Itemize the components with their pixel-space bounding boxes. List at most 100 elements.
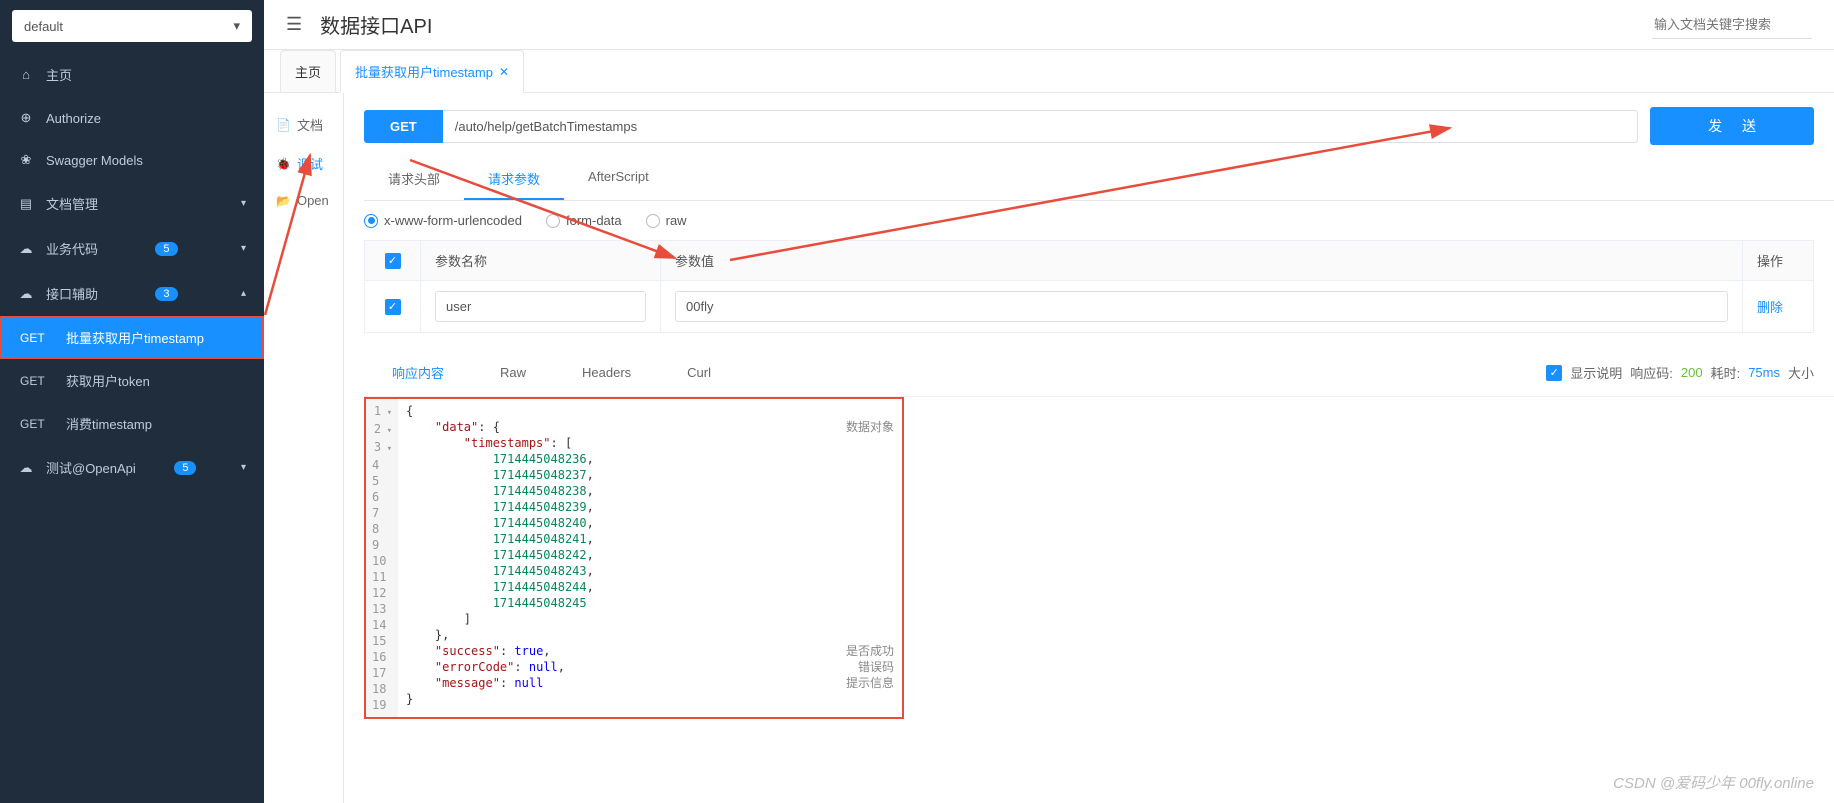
radio-formdata[interactable]: form-data — [546, 213, 622, 228]
nav-swagger-models[interactable]: ❀ Swagger Models — [0, 139, 264, 181]
show-desc-checkbox[interactable]: ✓ — [1546, 365, 1562, 381]
sidebar-item-label: 消费timestamp — [66, 414, 152, 433]
tab-label: 批量获取用户timestamp — [355, 62, 493, 81]
chevron-down-icon: ▾ — [241, 198, 246, 209]
col-name: 参数名称 — [421, 241, 661, 280]
radio-icon — [646, 214, 660, 228]
nav-swagger-models-label: Swagger Models — [46, 153, 143, 168]
radio-label: form-data — [566, 213, 622, 228]
radio-label: raw — [666, 213, 687, 228]
method-badge: GET — [20, 417, 58, 431]
cube-icon: ❀ — [18, 152, 34, 168]
delete-link[interactable]: 删除 — [1757, 297, 1783, 316]
response-tabs: 响应内容 Raw Headers Curl ✓ 显示说明 响应码: 200 耗时… — [364, 349, 1834, 397]
method-badge: GET — [20, 331, 58, 345]
sidebar-item-label: 批量获取用户timestamp — [66, 328, 204, 347]
resp-tab-raw[interactable]: Raw — [472, 359, 554, 386]
tab-req-headers[interactable]: 请求头部 — [364, 159, 464, 200]
search-input[interactable] — [1652, 11, 1812, 39]
main-panel: ☰ 数据接口API 主页 批量获取用户timestamp ✕ 📄 文档 🐞 — [264, 0, 1834, 803]
nav-intf-help[interactable]: ☁ 接口辅助 3 ▴ — [0, 271, 264, 316]
nav-openapi[interactable]: ☁ 测试@OpenApi 5 ▾ — [0, 445, 264, 490]
radio-icon — [364, 214, 378, 228]
nav-biz-code-label: 业务代码 — [46, 239, 98, 258]
request-tabs: 请求头部 请求参数 AfterScript — [364, 159, 1834, 201]
table-row: ✓ 删除 — [365, 281, 1813, 332]
nav-home[interactable]: ⌂ 主页 — [0, 52, 264, 97]
request-url-row: GET 发 送 — [364, 93, 1834, 159]
cloud-icon: ☁ — [18, 241, 34, 257]
line-numbers: 1 ▾2 ▾3 ▾4 5 6 7 8 9 10 11 12 13 14 15 1… — [366, 399, 398, 717]
encoding-row: x-www-form-urlencoded form-data raw — [364, 201, 1834, 240]
sidebar-item-get-token[interactable]: GET 获取用户token — [0, 359, 264, 402]
resp-tab-curl[interactable]: Curl — [659, 359, 739, 386]
tab-home[interactable]: 主页 — [280, 50, 336, 92]
mode-debug[interactable]: 🐞 调试 — [264, 144, 343, 183]
page-title: 数据接口API — [320, 10, 432, 39]
home-icon: ⌂ — [18, 67, 34, 83]
resp-tab-headers[interactable]: Headers — [554, 359, 659, 386]
watermark: CSDN @爱码少年 00fly.online — [1613, 772, 1814, 793]
lock-icon: ⊕ — [18, 110, 34, 126]
param-value-input[interactable] — [675, 291, 1728, 322]
topbar: ☰ 数据接口API — [264, 0, 1834, 50]
param-name-input[interactable] — [435, 291, 646, 322]
nav-intf-help-label: 接口辅助 — [46, 284, 98, 303]
project-select-label: default — [24, 19, 63, 34]
radio-icon — [546, 214, 560, 228]
chevron-down-icon: ▾ — [241, 462, 246, 473]
open-icon: 📂 — [276, 194, 291, 208]
chevron-down-icon: ▾ — [233, 18, 240, 34]
params-table: ✓ 参数名称 参数值 操作 ✓ 删除 — [364, 240, 1814, 333]
mode-panel: 📄 文档 🐞 调试 📂 Open — [264, 93, 344, 803]
mode-open[interactable]: 📂 Open — [264, 183, 343, 218]
radio-label: x-www-form-urlencoded — [384, 213, 522, 228]
check-all[interactable]: ✓ — [385, 253, 401, 269]
radio-urlencoded[interactable]: x-www-form-urlencoded — [364, 213, 522, 228]
nav-biz-code[interactable]: ☁ 业务代码 5 ▾ — [0, 226, 264, 271]
response-meta: ✓ 显示说明 响应码: 200 耗时: 75ms 大小 — [1546, 363, 1814, 382]
nav-doc-mgmt[interactable]: ▤ 文档管理 ▾ — [0, 181, 264, 226]
nav-openapi-label: 测试@OpenApi — [46, 458, 136, 477]
send-button[interactable]: 发 送 — [1650, 107, 1814, 145]
page-tabs: 主页 批量获取用户timestamp ✕ — [264, 50, 1834, 93]
time-value: 75ms — [1748, 365, 1780, 380]
tab-current[interactable]: 批量获取用户timestamp ✕ — [340, 50, 524, 93]
sidebar-item-label: 获取用户token — [66, 371, 150, 390]
mode-doc-label: 文档 — [297, 115, 323, 134]
nav-home-label: 主页 — [46, 65, 72, 84]
cloud-icon: ☁ — [18, 286, 34, 302]
badge: 5 — [155, 242, 177, 256]
sidebar: default ▾ ⌂ 主页 ⊕ Authorize ❀ Swagger Mod… — [0, 0, 264, 803]
mode-open-label: Open — [297, 193, 329, 208]
badge: 3 — [155, 287, 177, 301]
nav-authorize[interactable]: ⊕ Authorize — [0, 97, 264, 139]
col-value: 参数值 — [661, 241, 1743, 280]
json-code[interactable]: { "data": {数据对象 "timestamps": [ 17144450… — [398, 399, 902, 717]
bug-icon: 🐞 — [276, 157, 291, 171]
radio-raw[interactable]: raw — [646, 213, 687, 228]
time-label: 耗时: — [1711, 363, 1741, 382]
code-value: 200 — [1681, 365, 1703, 380]
url-input[interactable] — [443, 110, 1638, 143]
tab-label: 主页 — [295, 62, 321, 81]
sidebar-item-batch-timestamp[interactable]: GET 批量获取用户timestamp — [0, 316, 264, 359]
code-label: 响应码: — [1630, 363, 1673, 382]
size-label: 大小 — [1788, 363, 1814, 382]
project-select[interactable]: default ▾ — [12, 10, 252, 42]
nav-doc-mgmt-label: 文档管理 — [46, 194, 98, 213]
tab-req-params[interactable]: 请求参数 — [464, 159, 564, 200]
collapse-sidebar-icon[interactable]: ☰ — [286, 14, 302, 35]
method-badge: GET — [20, 374, 58, 388]
row-checkbox[interactable]: ✓ — [385, 299, 401, 315]
resp-tab-content[interactable]: 响应内容 — [364, 357, 472, 388]
close-icon[interactable]: ✕ — [499, 65, 509, 79]
chevron-up-icon: ▴ — [241, 288, 246, 299]
nav-authorize-label: Authorize — [46, 111, 101, 126]
sidebar-item-consume-timestamp[interactable]: GET 消费timestamp — [0, 402, 264, 445]
col-action: 操作 — [1743, 241, 1813, 280]
badge: 5 — [174, 461, 196, 475]
tab-req-afterscript[interactable]: AfterScript — [564, 159, 673, 200]
response-body: 1 ▾2 ▾3 ▾4 5 6 7 8 9 10 11 12 13 14 15 1… — [364, 397, 1814, 719]
mode-doc[interactable]: 📄 文档 — [264, 105, 343, 144]
